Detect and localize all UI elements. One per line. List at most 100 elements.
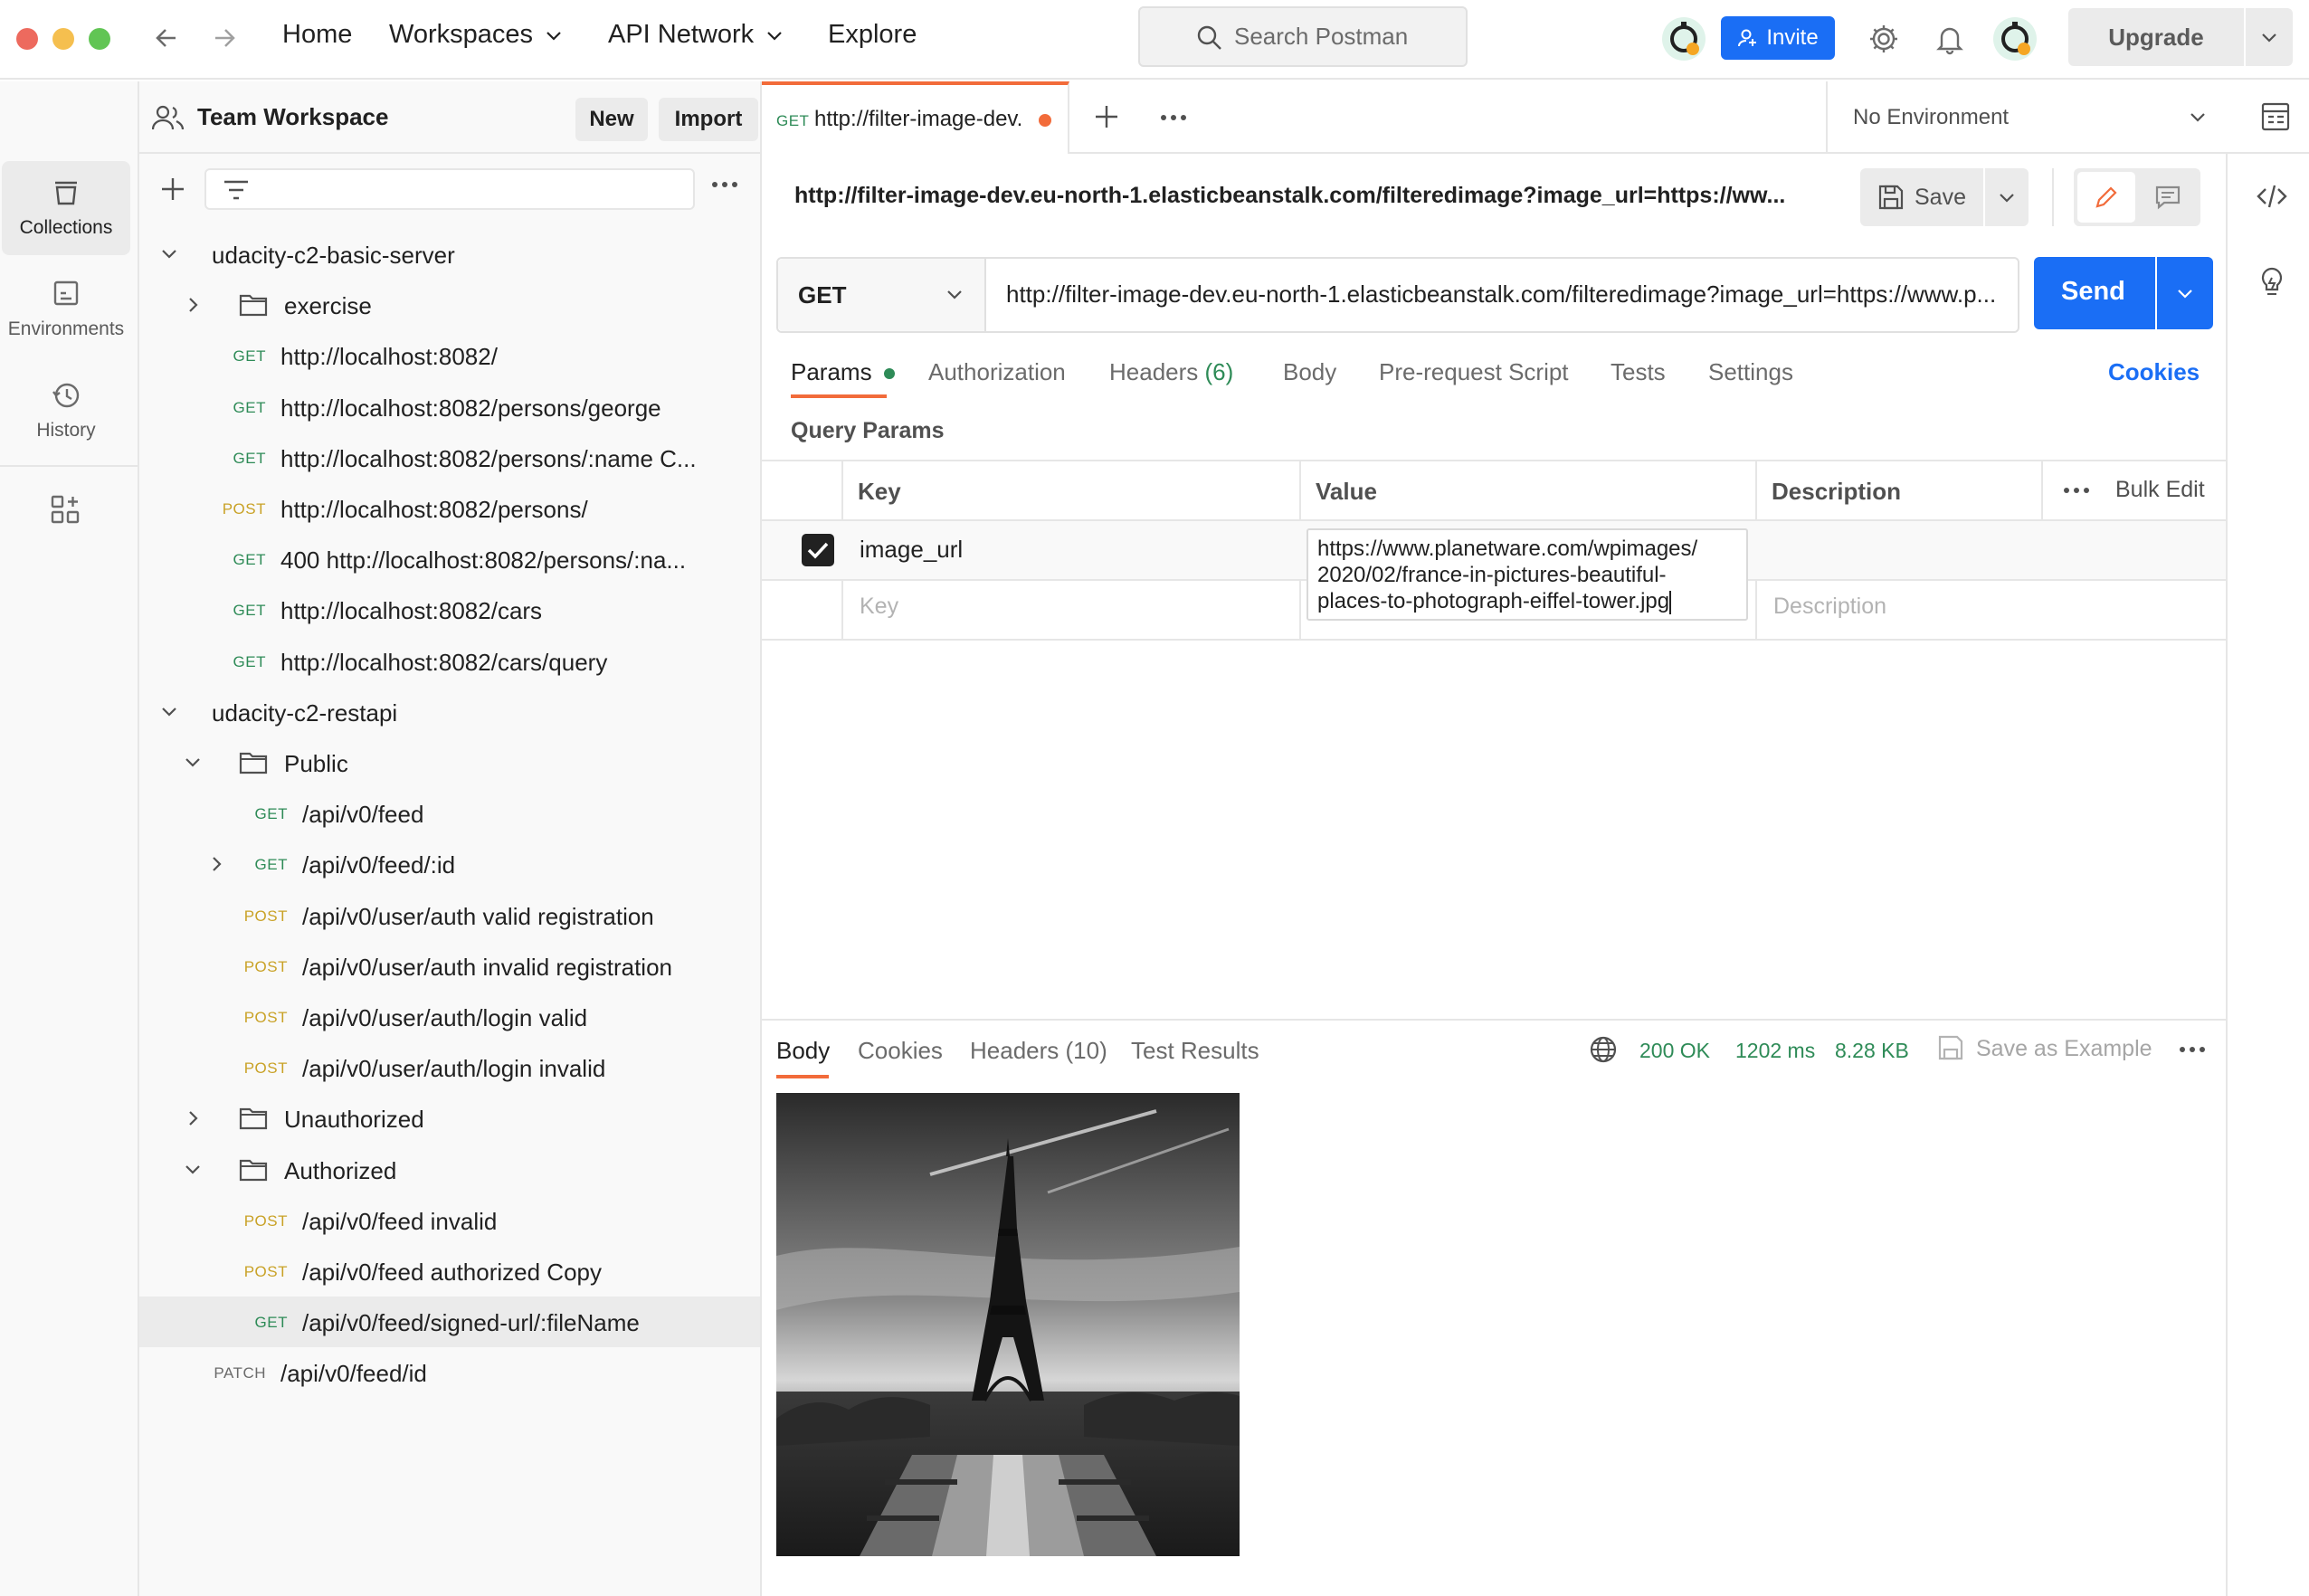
- param-key[interactable]: image_url: [860, 536, 963, 564]
- request-item[interactable]: POST/api/v0/user/auth/login valid: [139, 992, 760, 1042]
- comments-mode-button[interactable]: [2139, 172, 2197, 223]
- chevron-down-icon[interactable]: [159, 702, 179, 722]
- request-tab[interactable]: GET http://filter-image-dev.: [762, 81, 1069, 154]
- nav-explore[interactable]: Explore: [828, 20, 917, 50]
- filter-input[interactable]: [204, 168, 695, 210]
- invite-button[interactable]: Invite: [1721, 16, 1835, 60]
- tree-item-label: exercise: [284, 292, 372, 320]
- team-avatar-icon[interactable]: [1661, 16, 1706, 62]
- edit-mode-button[interactable]: [2077, 172, 2135, 223]
- collection-item[interactable]: udacity-c2-restapi: [139, 687, 760, 737]
- new-tab-icon[interactable]: [1093, 103, 1120, 130]
- chevron-right-icon[interactable]: [183, 1108, 203, 1128]
- forward-arrow-icon[interactable]: [210, 24, 239, 52]
- collections-icon: [55, 181, 77, 205]
- folder-item[interactable]: exercise: [139, 280, 760, 330]
- upgrade-button[interactable]: Upgrade: [2068, 8, 2244, 66]
- response-size[interactable]: 8.28 KB: [1835, 1039, 1909, 1063]
- request-item[interactable]: GET/api/v0/feed/:id: [139, 839, 760, 889]
- save-dropdown-button[interactable]: [1985, 168, 2029, 226]
- request-item[interactable]: GET/api/v0/feed/signed-url/:fileName: [139, 1297, 760, 1348]
- lightbulb-icon[interactable]: [2258, 266, 2285, 299]
- folder-item[interactable]: Unauthorized: [139, 1093, 760, 1144]
- request-item[interactable]: GET 400 http://localhost:8082/persons/:na…: [139, 534, 760, 584]
- tab-params[interactable]: Params: [791, 358, 895, 398]
- response-time[interactable]: 1202 ms: [1735, 1039, 1815, 1063]
- environment-quick-look-icon[interactable]: [2260, 101, 2291, 132]
- send-button[interactable]: Send: [2034, 257, 2155, 329]
- response-status[interactable]: 200 OK: [1639, 1039, 1710, 1063]
- chevron-down-icon[interactable]: [183, 753, 203, 773]
- request-item[interactable]: GET http://localhost:8082/persons/:name C…: [139, 432, 760, 483]
- response-tab-test-results[interactable]: Test Results: [1131, 1037, 1259, 1065]
- param-enabled-checkbox[interactable]: [802, 534, 834, 566]
- environment-selector[interactable]: No Environment: [1828, 81, 2226, 154]
- tab-settings[interactable]: Settings: [1708, 358, 1793, 386]
- column-options-icon[interactable]: [2063, 485, 2090, 496]
- request-name[interactable]: http://filter-image-dev.eu-north-1.elast…: [794, 183, 1785, 209]
- search-input[interactable]: Search Postman: [1138, 6, 1468, 67]
- save-button[interactable]: Save: [1860, 168, 1983, 226]
- save-as-example-button[interactable]: Save as Example: [1976, 1036, 2152, 1062]
- rail-item-environments[interactable]: Environments: [2, 262, 130, 356]
- rail-item-collections[interactable]: Collections: [2, 161, 130, 255]
- folder-item[interactable]: Public: [139, 737, 760, 788]
- method-select[interactable]: GET: [778, 259, 986, 331]
- notifications-bell-icon[interactable]: [1934, 23, 1966, 55]
- chevron-right-icon[interactable]: [183, 295, 203, 315]
- tab-authorization[interactable]: Authorization: [928, 358, 1066, 386]
- folder-item[interactable]: Authorized: [139, 1145, 760, 1195]
- nav-api-network[interactable]: API Network: [608, 20, 784, 50]
- add-collection-icon[interactable]: [159, 176, 186, 203]
- request-item[interactable]: POST http://localhost:8082/persons/: [139, 483, 760, 534]
- request-item[interactable]: POST/api/v0/user/auth valid registration: [139, 890, 760, 941]
- request-item[interactable]: GET http://localhost:8082/: [139, 330, 760, 381]
- request-item[interactable]: POST/api/v0/feed invalid: [139, 1195, 760, 1246]
- request-item[interactable]: GET http://localhost:8082/cars/query: [139, 636, 760, 687]
- tab-body[interactable]: Body: [1283, 358, 1336, 386]
- response-tab-cookies[interactable]: Cookies: [858, 1037, 943, 1065]
- user-avatar-icon[interactable]: [1992, 16, 2038, 62]
- cookies-link[interactable]: Cookies: [2108, 358, 2200, 386]
- globe-icon[interactable]: [1589, 1035, 1618, 1064]
- new-param-description-input[interactable]: Description: [1773, 594, 1886, 620]
- back-arrow-icon[interactable]: [152, 24, 181, 52]
- rail-item-history[interactable]: History: [2, 364, 130, 458]
- request-item[interactable]: PATCH/api/v0/feed/id: [139, 1347, 760, 1398]
- request-item[interactable]: GET http://localhost:8082/cars: [139, 584, 760, 635]
- workspace-name: Team Workspace: [197, 103, 389, 130]
- response-tab-headers[interactable]: Headers (10): [970, 1037, 1107, 1065]
- response-options-icon[interactable]: [2179, 1044, 2206, 1055]
- code-snippet-icon[interactable]: [2257, 183, 2287, 210]
- upgrade-dropdown-button[interactable]: [2246, 8, 2293, 66]
- maximize-window-button[interactable]: [89, 28, 110, 50]
- tab-pre-request-script[interactable]: Pre-request Script: [1379, 358, 1569, 386]
- tab-options-icon[interactable]: [1160, 112, 1187, 123]
- configure-sidebar-icon[interactable]: [50, 494, 81, 525]
- chevron-down-icon[interactable]: [183, 1160, 203, 1180]
- request-item[interactable]: POST/api/v0/user/auth/login invalid: [139, 1042, 760, 1093]
- minimize-window-button[interactable]: [52, 28, 74, 50]
- more-options-icon[interactable]: [711, 179, 738, 190]
- bulk-edit-link[interactable]: Bulk Edit: [2115, 477, 2205, 503]
- collection-item[interactable]: udacity-c2-basic-server: [139, 229, 760, 280]
- nav-home[interactable]: Home: [282, 20, 352, 50]
- request-item[interactable]: POST/api/v0/feed authorized Copy: [139, 1246, 760, 1297]
- request-item[interactable]: GET/api/v0/feed: [139, 788, 760, 839]
- request-item[interactable]: POST/api/v0/user/auth invalid registrati…: [139, 941, 760, 992]
- chevron-down-icon[interactable]: [159, 244, 179, 264]
- close-window-button[interactable]: [16, 28, 38, 50]
- chevron-right-icon[interactable]: [206, 854, 226, 874]
- import-button[interactable]: Import: [659, 98, 758, 141]
- new-param-key-input[interactable]: Key: [860, 594, 898, 620]
- tab-tests[interactable]: Tests: [1611, 358, 1666, 386]
- nav-workspaces[interactable]: Workspaces: [389, 20, 564, 50]
- param-value-editor[interactable]: https://www.planetware.com/wpimages/ 202…: [1307, 528, 1748, 621]
- new-button[interactable]: New: [575, 98, 648, 141]
- response-tab-body[interactable]: Body: [776, 1037, 830, 1078]
- request-item[interactable]: GET http://localhost:8082/persons/george: [139, 382, 760, 432]
- tab-headers[interactable]: Headers (6): [1109, 358, 1233, 386]
- send-dropdown-button[interactable]: [2157, 257, 2213, 329]
- url-input[interactable]: http://filter-image-dev.eu-north-1.elast…: [1006, 280, 1996, 309]
- settings-gear-icon[interactable]: [1867, 23, 1900, 55]
